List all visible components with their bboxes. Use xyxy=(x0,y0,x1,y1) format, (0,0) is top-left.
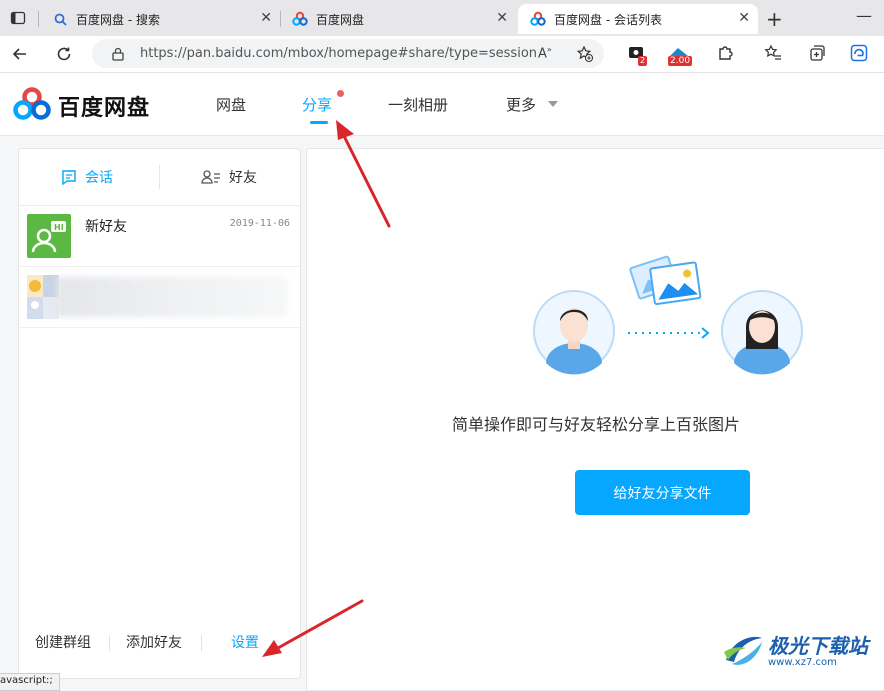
tab-title: 百度网盘 xyxy=(316,12,365,27)
tab-friends[interactable]: 好友 xyxy=(201,167,257,187)
baidu-pan-icon xyxy=(292,11,308,27)
watermark-url: www.xz7.com xyxy=(768,657,837,668)
close-icon[interactable]: ✕ xyxy=(738,11,750,25)
conversation-item-new-friends[interactable]: HI 新好友 2019-11-06 xyxy=(19,206,300,267)
tab-label: 会话 xyxy=(85,170,113,186)
extension-badge: 2.00 xyxy=(668,56,693,66)
status-bar: avascript:; xyxy=(0,673,60,691)
contacts-icon xyxy=(201,169,221,185)
conversation-panel: 会话 好友 HI 新好友 2019-11-06 创建群组 添加好友 设置 xyxy=(18,148,301,679)
read-aloud-icon[interactable]: A» xyxy=(538,45,552,61)
new-tab-icon[interactable]: + xyxy=(766,7,783,31)
url-text[interactable]: https://pan.baidu.com/mbox/homepage#shar… xyxy=(140,46,537,61)
refresh-icon[interactable] xyxy=(54,44,74,64)
edge-icon[interactable] xyxy=(850,44,868,66)
baidu-pan-logo-icon xyxy=(12,87,52,125)
footer-divider xyxy=(109,635,110,651)
tab-label: 好友 xyxy=(229,170,257,186)
extensions-puzzle-icon[interactable] xyxy=(716,44,734,66)
favorites-icon[interactable] xyxy=(764,44,782,66)
nav-item-share[interactable]: 分享 xyxy=(302,94,332,115)
baidu-pan-icon xyxy=(530,11,546,27)
logo[interactable]: 百度网盘 xyxy=(12,87,150,125)
nav-item-album[interactable]: 一刻相册 xyxy=(388,94,448,115)
new-friend-avatar: HI xyxy=(27,214,71,258)
group-avatar xyxy=(27,275,59,319)
chat-icon xyxy=(61,169,77,185)
blurred-conversation-info xyxy=(57,277,287,317)
tab-title: 百度网盘 - 会话列表 xyxy=(554,12,662,27)
watermark-text: 极光下载站 xyxy=(768,634,868,658)
browser-tab-session[interactable]: 百度网盘 - 会话列表 ✕ xyxy=(518,4,758,34)
back-icon[interactable] xyxy=(10,44,30,64)
conversation-name: 新好友 xyxy=(85,219,127,235)
add-favorite-icon[interactable] xyxy=(576,45,594,67)
nav-item-more[interactable]: 更多 xyxy=(506,94,536,115)
empty-state-description: 简单操作即可与好友轻松分享上百张图片 xyxy=(451,415,740,434)
conversation-tabs: 会话 好友 xyxy=(19,149,300,206)
extension-badge: 2 xyxy=(638,56,648,66)
tab-title: 百度网盘 - 搜索 xyxy=(76,12,160,27)
tab-divider xyxy=(159,165,160,189)
share-empty-state: 简单操作即可与好友轻松分享上百张图片 给好友分享文件 xyxy=(306,148,884,691)
create-group-button[interactable]: 创建群组 xyxy=(35,632,91,654)
watermark-logo-icon xyxy=(722,630,766,674)
svg-text:HI: HI xyxy=(54,223,64,232)
chevron-down-icon[interactable] xyxy=(548,101,558,107)
minimize-icon[interactable]: — xyxy=(856,6,872,25)
nav-item-pan[interactable]: 网盘 xyxy=(216,94,246,115)
tab-actions-icon[interactable] xyxy=(10,10,26,30)
active-nav-indicator xyxy=(310,121,328,124)
share-file-button[interactable]: 给好友分享文件 xyxy=(575,470,750,515)
search-icon xyxy=(52,11,68,27)
add-friend-button[interactable]: 添加好友 xyxy=(126,632,182,654)
conversation-date: 2019-11-06 xyxy=(229,218,290,229)
settings-button[interactable]: 设置 xyxy=(231,632,259,654)
close-icon[interactable]: ✕ xyxy=(260,11,272,25)
share-illustration xyxy=(533,255,803,375)
conversation-item-group[interactable] xyxy=(19,267,300,328)
logo-text: 百度网盘 xyxy=(58,96,151,121)
tab-conversations[interactable]: 会话 xyxy=(61,167,113,187)
footer-divider xyxy=(201,635,202,651)
browser-toolbar: https://pan.baidu.com/mbox/homepage#shar… xyxy=(0,36,884,73)
extension-icon[interactable]: 2 xyxy=(628,44,648,66)
collections-icon[interactable] xyxy=(808,44,826,66)
browser-tab-search[interactable]: 百度网盘 - 搜索 ✕ xyxy=(40,4,280,34)
address-bar[interactable]: https://pan.baidu.com/mbox/homepage#shar… xyxy=(92,39,604,68)
close-icon[interactable]: ✕ xyxy=(496,11,508,25)
lock-icon[interactable] xyxy=(112,46,124,65)
browser-tab-pan[interactable]: 百度网盘 ✕ xyxy=(280,4,516,34)
site-header: 百度网盘 网盘 分享 一刻相册 更多 xyxy=(0,73,884,136)
conversation-footer: 创建群组 添加好友 设置 xyxy=(19,632,300,678)
browser-tab-bar: 百度网盘 - 搜索 ✕ 百度网盘 ✕ 百度网盘 - 会话列表 ✕ + — xyxy=(0,0,884,36)
notification-dot xyxy=(337,90,344,97)
extension-icon[interactable]: 2.00 xyxy=(668,44,693,66)
watermark: 极光下载站 www.xz7.com xyxy=(722,630,868,674)
tab-separator xyxy=(38,11,39,27)
